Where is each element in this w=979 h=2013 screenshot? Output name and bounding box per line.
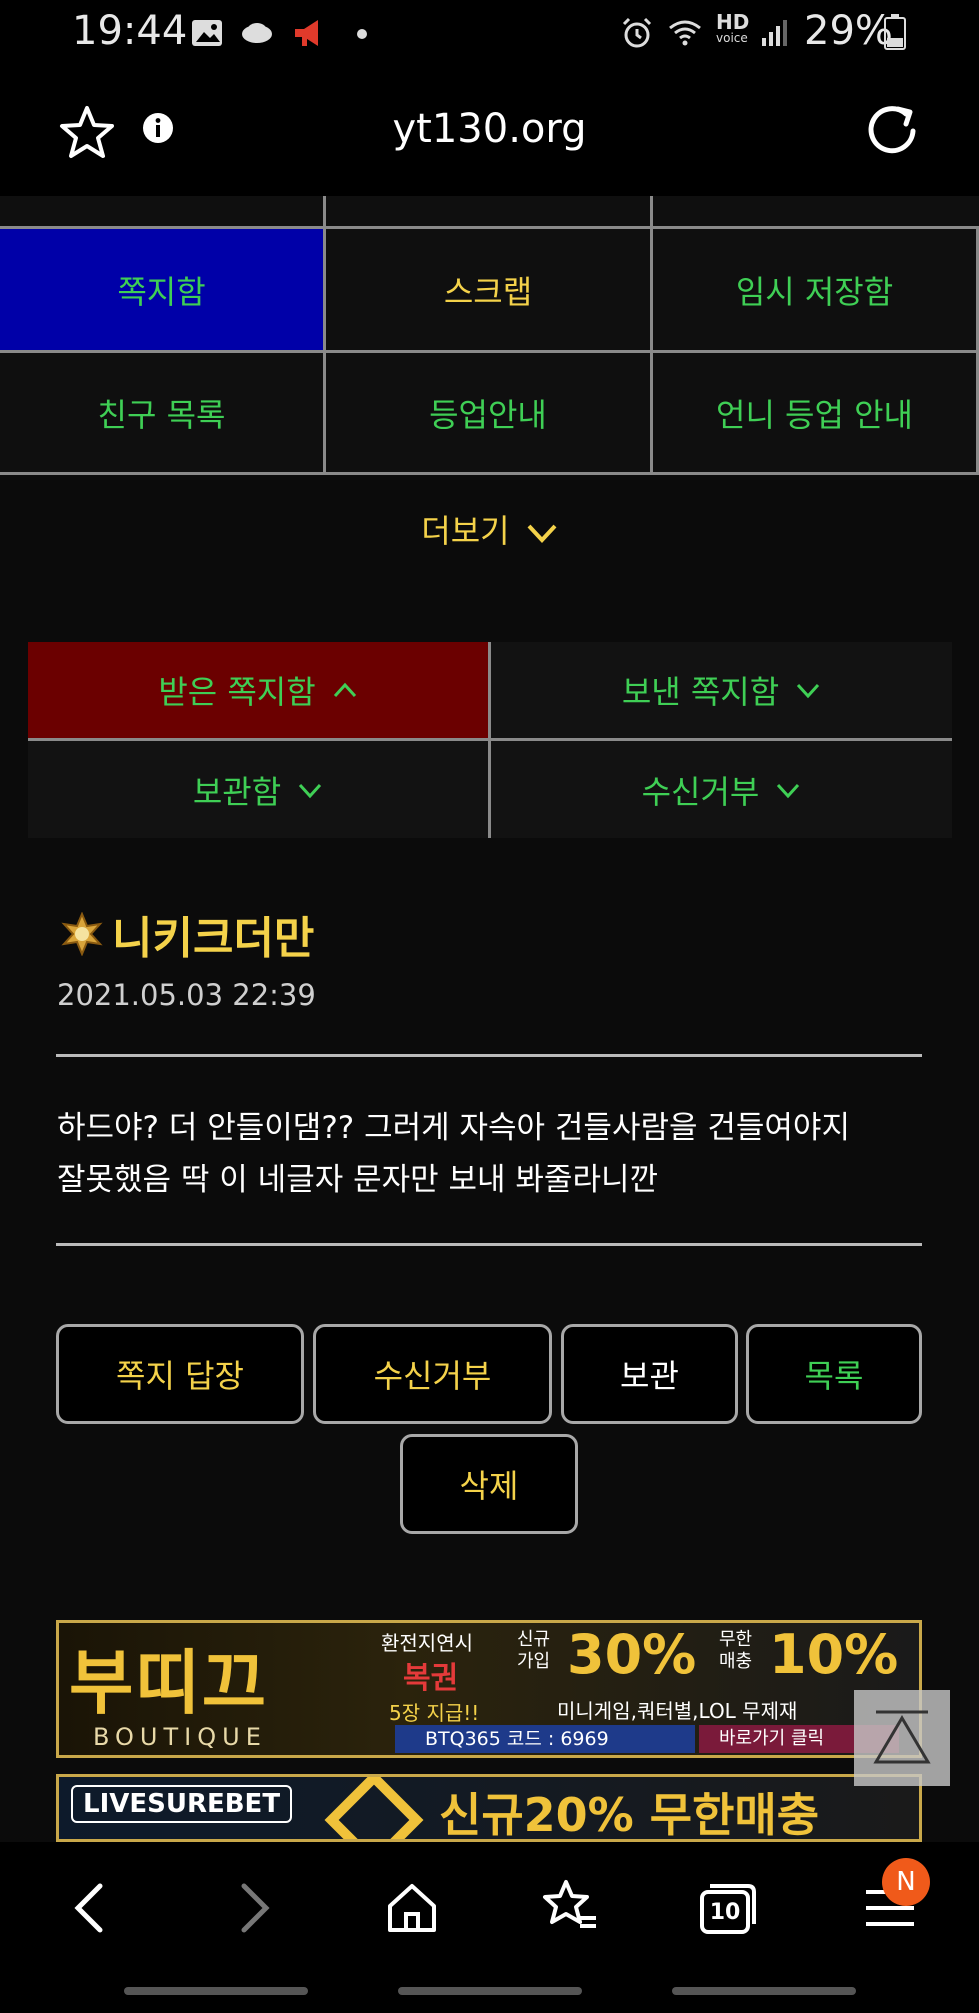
alarm-icon xyxy=(622,17,652,48)
forward-icon[interactable] xyxy=(222,1878,282,1938)
ad-code: BTQ365 코드 : 6969 xyxy=(395,1725,695,1753)
gesture-pill xyxy=(398,1987,582,1995)
divider xyxy=(56,1054,922,1057)
chevron-down-icon xyxy=(299,783,322,798)
delete-button[interactable]: 삭제 xyxy=(400,1434,578,1534)
ad-text: 30% xyxy=(567,1623,697,1686)
scroll-top-button[interactable] xyxy=(854,1690,950,1786)
url-bar[interactable]: yt130.org xyxy=(0,106,979,152)
grid-divider xyxy=(323,196,326,228)
cloud-icon xyxy=(242,23,272,43)
ad-text: 무한 매충 xyxy=(719,1629,753,1672)
gesture-pill xyxy=(124,1987,308,1995)
list-button[interactable]: 목록 xyxy=(746,1324,922,1424)
grid-divider xyxy=(650,196,653,228)
chevron-down-icon xyxy=(527,524,557,543)
dot-icon xyxy=(357,29,367,39)
tab-archive[interactable]: 보관함 xyxy=(28,741,488,838)
chevron-down-icon xyxy=(797,683,820,699)
gesture-pill xyxy=(672,1987,856,1995)
notification-badge: N xyxy=(882,1858,930,1906)
more-button[interactable]: 더보기 xyxy=(0,506,979,552)
menu-grid: 쪽지함 스크랩 임시 저장함 친구 목록 등업안내 언니 등업 안내 xyxy=(0,226,979,475)
tab-blocked[interactable]: 수신거부 xyxy=(491,741,952,838)
ad-text: 미니게임,쿼터별,LOL 무제재 xyxy=(557,1699,798,1723)
divider xyxy=(56,1243,922,1246)
ad-text: 10% xyxy=(769,1623,899,1686)
message-tabs: 받은 쪽지함 보낸 쪽지함 보관함 수신거부 xyxy=(28,642,952,838)
tab-blocked-label: 수신거부 xyxy=(641,772,760,811)
bookmarks-icon[interactable] xyxy=(540,1878,600,1938)
ad2-logo-icon xyxy=(324,1777,424,1839)
block-button[interactable]: 수신거부 xyxy=(313,1324,552,1424)
home-icon[interactable] xyxy=(382,1878,442,1938)
megaphone-icon xyxy=(295,20,318,46)
message-body-line: 하드야? 더 안들이댐?? 그러게 자슥아 건들사람을 건들여야지 xyxy=(57,1110,850,1146)
tab-sent[interactable]: 보낸 쪽지함 xyxy=(491,642,952,738)
tabs-count: 10 xyxy=(709,1900,741,1925)
wifi-icon xyxy=(669,20,701,46)
battery-icon xyxy=(884,14,906,50)
menu-drafts[interactable]: 임시 저장함 xyxy=(653,229,979,353)
message-body: 하드야? 더 안들이댐?? 그러게 자슥아 건들사람을 건들여야지 잘못했음 딱… xyxy=(57,1102,923,1206)
hd-voice-indicator: HD voice xyxy=(716,12,749,44)
back-icon[interactable] xyxy=(62,1878,122,1938)
ad-text: 복권 xyxy=(403,1661,459,1696)
status-time: 19:44 xyxy=(72,8,188,54)
menu-grid-top-partial xyxy=(0,196,979,228)
ad-banner-livesurebet[interactable]: LIVESUREBET 신규20% 무한매충10% xyxy=(56,1774,922,1842)
ad-brand-sub: BOUTIQUE xyxy=(93,1723,267,1751)
archive-button[interactable]: 보관 xyxy=(561,1324,738,1424)
image-icon xyxy=(192,20,222,46)
voice-label: voice xyxy=(716,31,748,45)
ad-text: 환전지연시 xyxy=(381,1631,473,1655)
ad-banner-boutique[interactable]: 부띠끄 BOUTIQUE 환전지연시 복권 5장 지급!! 신규 가입 30% … xyxy=(56,1620,922,1758)
message-date: 2021.05.03 22:39 xyxy=(57,978,316,1012)
menu-scrap[interactable]: 스크랩 xyxy=(326,229,653,353)
ad-text: 5장 지급!! xyxy=(389,1701,480,1725)
signal-icon xyxy=(762,20,787,46)
ad-brand: 부띠끄 xyxy=(69,1642,269,1724)
tabs-button[interactable]: 10 xyxy=(698,1878,758,1938)
menu-sister-levelup[interactable]: 언니 등업 안내 xyxy=(653,353,979,475)
message-sender[interactable]: 니키크더만 xyxy=(112,902,314,966)
message-body-line: 잘못했음 딱 이 네글자 문자만 보내 봐줄라니깐 xyxy=(57,1162,659,1198)
tab-received-label: 받은 쪽지함 xyxy=(158,673,316,711)
tab-received[interactable]: 받은 쪽지함 xyxy=(28,642,488,738)
battery-percent: 29% xyxy=(804,8,893,54)
ad2-brand: LIVESUREBET xyxy=(71,1785,293,1823)
chevron-up-icon xyxy=(333,682,356,698)
arrow-up-icon xyxy=(873,1710,931,1764)
chevron-down-icon xyxy=(777,783,800,798)
menu-levelup-guide[interactable]: 등업안내 xyxy=(326,353,653,475)
menu-friends[interactable]: 친구 목록 xyxy=(0,353,326,475)
reply-button[interactable]: 쪽지 답장 xyxy=(56,1324,304,1424)
ad-text: 신규 가입 xyxy=(517,1629,551,1672)
more-label: 더보기 xyxy=(421,512,510,550)
hd-label: HD xyxy=(716,10,750,34)
tab-sent-label: 보낸 쪽지함 xyxy=(621,673,780,711)
status-bar: 19:44 HD voice 29% xyxy=(0,0,979,66)
menu-inbox[interactable]: 쪽지함 xyxy=(0,229,326,353)
level-badge-icon xyxy=(61,912,103,956)
ad2-promo: 신규20% 무한매충10% xyxy=(439,1788,820,1842)
tab-archive-label: 보관함 xyxy=(192,772,282,811)
